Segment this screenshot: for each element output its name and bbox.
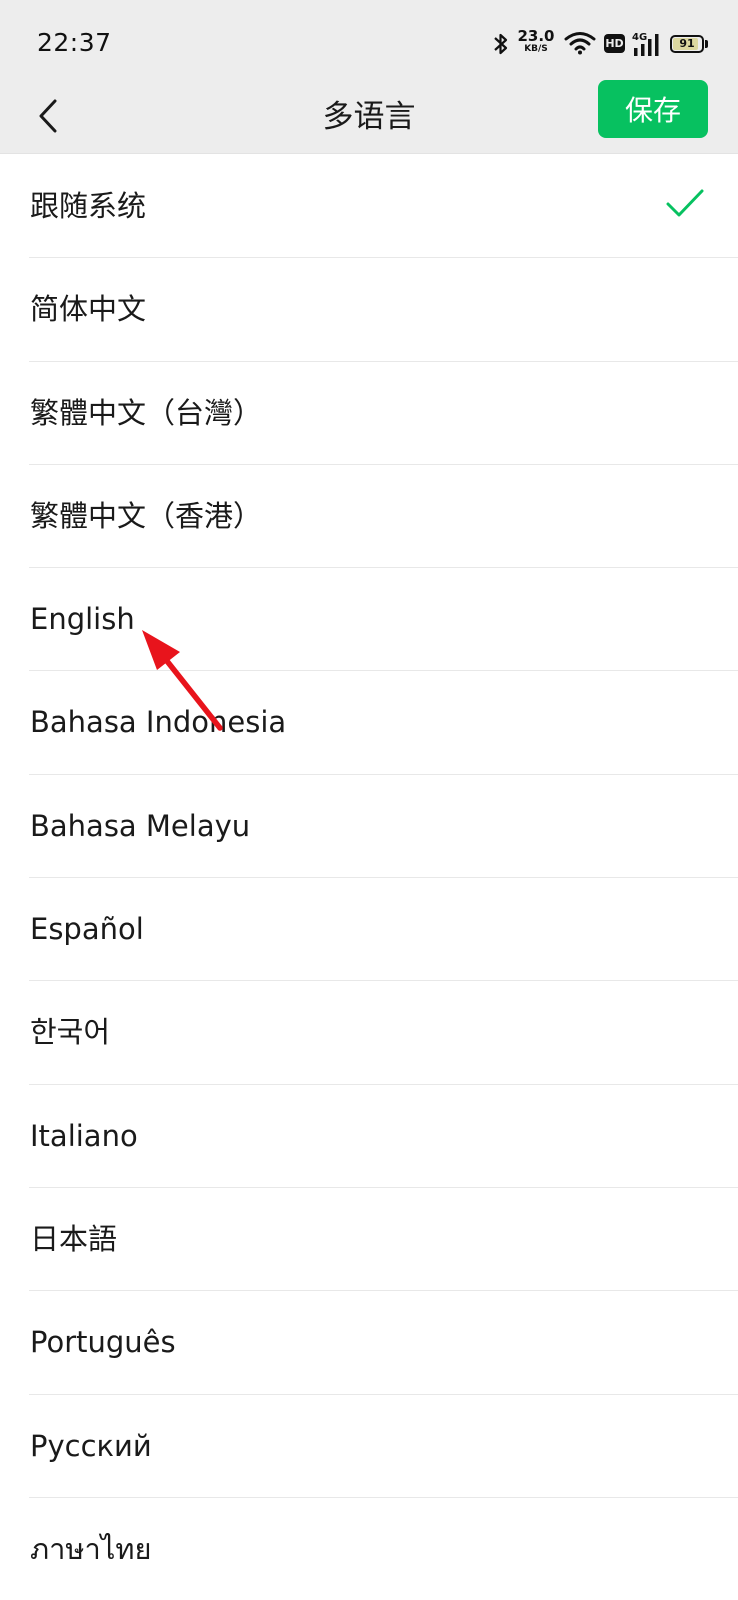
language-option[interactable]: Italiano <box>0 1084 738 1189</box>
wifi-icon <box>564 32 596 55</box>
network-speed-unit: KB/S <box>524 44 548 54</box>
network-speed: 23.0 KB/S <box>516 28 556 55</box>
language-label: Italiano <box>30 1118 138 1153</box>
language-option[interactable]: Bahasa Indonesia <box>0 671 738 776</box>
language-option[interactable]: Русский <box>0 1394 738 1499</box>
back-button[interactable] <box>18 86 78 146</box>
status-icons: 23.0 KB/S HD 4G 91 <box>492 28 708 62</box>
nav-bar: 多语言 保存 <box>0 80 738 154</box>
battery-cap <box>705 40 708 48</box>
chevron-left-icon <box>39 99 57 133</box>
bluetooth-icon <box>494 33 508 55</box>
check-icon <box>666 189 704 217</box>
language-label: 繁體中文（台灣） <box>30 395 263 430</box>
language-option[interactable]: 日本語 <box>0 1187 738 1292</box>
language-option[interactable]: 한국어 <box>0 981 738 1085</box>
language-option[interactable]: 繁體中文（香港） <box>0 464 738 569</box>
language-option[interactable]: English <box>0 568 738 672</box>
network-type-label: 4G <box>632 32 647 43</box>
language-option[interactable]: 跟随系统 <box>0 155 738 259</box>
language-label: 日本語 <box>30 1221 118 1256</box>
language-label: Русский <box>30 1428 152 1463</box>
status-bar: 22:37 23.0 KB/S HD 4G 91 <box>0 0 738 80</box>
language-option[interactable]: 简体中文 <box>0 258 738 362</box>
status-time: 22:37 <box>37 28 112 57</box>
language-option[interactable]: Español <box>0 878 738 982</box>
battery-level: 91 <box>679 37 695 50</box>
network-speed-value: 23.0 <box>517 27 555 45</box>
language-label: 繁體中文（香港） <box>30 498 263 533</box>
language-label: 한국어 <box>30 1015 111 1050</box>
language-label: 简体中文 <box>30 292 147 327</box>
language-option[interactable]: Português <box>0 1291 738 1395</box>
language-label: English <box>30 602 135 637</box>
language-label: Español <box>30 912 144 947</box>
language-option[interactable]: Bahasa Melayu <box>0 774 738 879</box>
language-option[interactable]: ภาษาไทย <box>0 1497 738 1600</box>
language-label: 跟随系统 <box>30 189 147 223</box>
language-label: Português <box>30 1325 176 1360</box>
language-label: Bahasa Melayu <box>30 808 251 843</box>
battery-icon: 91 <box>670 35 704 53</box>
screen: 22:37 23.0 KB/S HD 4G 91 多语言 保存 跟随系统 简体中… <box>0 0 738 1600</box>
language-label: ภาษาไทย <box>30 1531 152 1566</box>
language-option[interactable]: 繁體中文（台灣） <box>0 361 738 466</box>
language-list: 跟随系统简体中文繁體中文（台灣） 繁體中文（香港） English Bahasa In… <box>0 155 738 1600</box>
save-button[interactable]: 保存 <box>598 80 708 138</box>
hd-icon: HD <box>604 34 625 53</box>
language-label: Bahasa Indonesia <box>30 705 287 740</box>
signal-icon: 4G <box>632 32 659 56</box>
